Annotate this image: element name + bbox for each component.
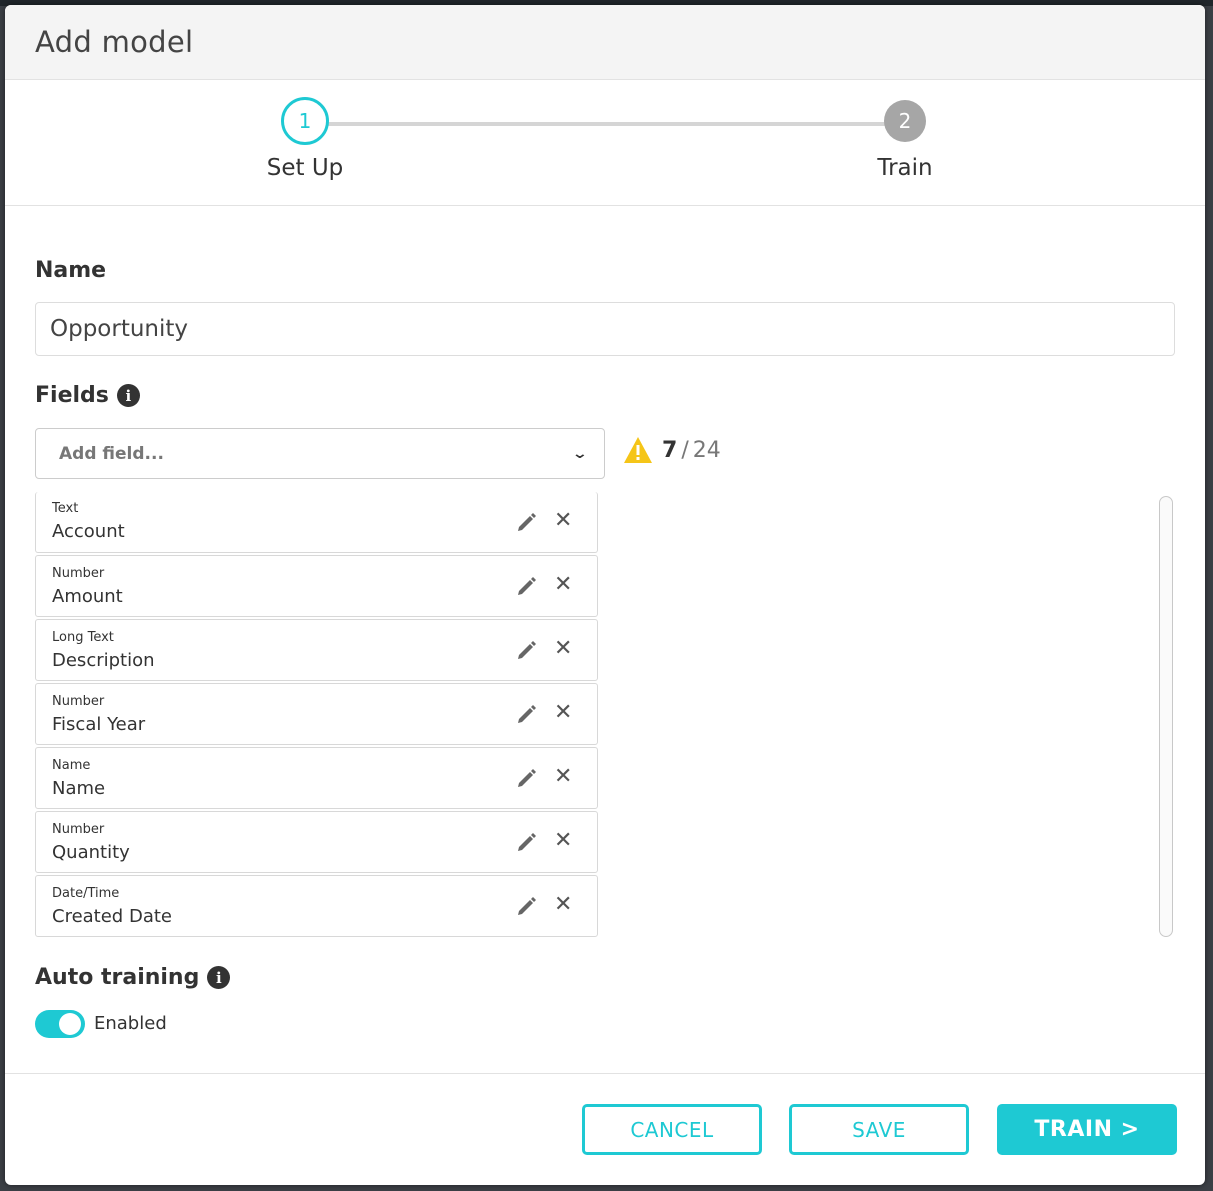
footer-divider	[5, 1073, 1205, 1074]
field-type: Number	[52, 694, 105, 709]
field-name: Description	[52, 650, 155, 671]
field-count-current: 7	[662, 437, 678, 463]
pencil-icon[interactable]	[516, 831, 538, 853]
field-type: Long Text	[52, 630, 114, 645]
field-name: Quantity	[52, 842, 130, 863]
field-counter: 7 / 24	[623, 436, 721, 464]
field-item-description[interactable]: Long Text Description ✕	[35, 619, 598, 681]
add-field-placeholder: Add field...	[59, 443, 164, 464]
name-input[interactable]: Opportunity	[35, 302, 1175, 356]
field-name: Amount	[52, 586, 123, 607]
field-item-account[interactable]: Text Account ✕	[35, 492, 598, 553]
close-icon[interactable]: ✕	[554, 766, 572, 788]
cancel-button[interactable]: CANCEL	[582, 1104, 762, 1155]
chevron-down-icon: ⌄	[571, 445, 589, 462]
close-icon[interactable]: ✕	[554, 894, 572, 916]
dialog-header: Add model	[5, 5, 1205, 80]
field-name: Created Date	[52, 906, 172, 927]
field-name: Name	[52, 778, 106, 799]
field-type: Date/Time	[52, 886, 120, 901]
step-1-label: Set Up	[266, 155, 344, 181]
fields-label: Fields i	[35, 383, 140, 408]
toggle-knob	[59, 1013, 81, 1035]
auto-training-status: Enabled	[94, 1013, 167, 1034]
info-icon[interactable]: i	[116, 384, 140, 407]
save-button[interactable]: SAVE	[789, 1104, 969, 1155]
dialog-title: Add model	[35, 25, 194, 59]
add-model-dialog: Add model 1 2 Set Up Train Name Opportun…	[5, 5, 1205, 1185]
pencil-icon[interactable]	[516, 511, 538, 533]
field-type: Text	[52, 501, 79, 516]
field-item-amount[interactable]: Number Amount ✕	[35, 555, 598, 617]
pencil-icon[interactable]	[516, 703, 538, 725]
warning-icon	[624, 437, 652, 463]
close-icon[interactable]: ✕	[554, 702, 572, 724]
field-type: Number	[52, 822, 105, 837]
field-item-fiscal-year[interactable]: Number Fiscal Year ✕	[35, 683, 598, 745]
step-connector	[305, 122, 905, 126]
field-item-quantity[interactable]: Number Quantity ✕	[35, 811, 598, 873]
pencil-icon[interactable]	[516, 639, 538, 661]
step-1-indicator[interactable]: 1	[281, 97, 329, 145]
field-list-scrollbar[interactable]	[1159, 496, 1173, 937]
name-label: Name	[35, 258, 107, 283]
field-name: Fiscal Year	[52, 714, 146, 735]
pencil-icon[interactable]	[516, 575, 538, 597]
pencil-icon[interactable]	[516, 895, 538, 917]
auto-training-toggle[interactable]	[35, 1010, 85, 1038]
step-2-indicator[interactable]: 2	[884, 100, 926, 142]
field-item-name[interactable]: Name Name ✕	[35, 747, 598, 809]
field-list: Text Account ✕ Number Amount ✕ Long Text…	[35, 492, 598, 939]
field-name: Account	[52, 521, 125, 542]
field-type: Name	[52, 758, 91, 773]
field-type: Number	[52, 566, 105, 581]
field-count-separator: /	[681, 437, 689, 463]
info-icon[interactable]: i	[207, 966, 231, 989]
auto-training-label: Auto training i	[35, 965, 231, 990]
add-field-dropdown[interactable]: Add field... ⌄	[35, 428, 605, 479]
close-icon[interactable]: ✕	[554, 574, 572, 596]
close-icon[interactable]: ✕	[554, 638, 572, 660]
field-count-max: 24	[692, 437, 721, 463]
train-button[interactable]: TRAIN >	[997, 1104, 1177, 1155]
close-icon[interactable]: ✕	[554, 830, 572, 852]
pencil-icon[interactable]	[516, 767, 538, 789]
step-2-label: Train	[877, 155, 933, 181]
stepper: 1 2 Set Up Train	[5, 80, 1205, 206]
close-icon[interactable]: ✕	[554, 510, 572, 532]
field-item-created-date[interactable]: Date/Time Created Date ✕	[35, 875, 598, 937]
